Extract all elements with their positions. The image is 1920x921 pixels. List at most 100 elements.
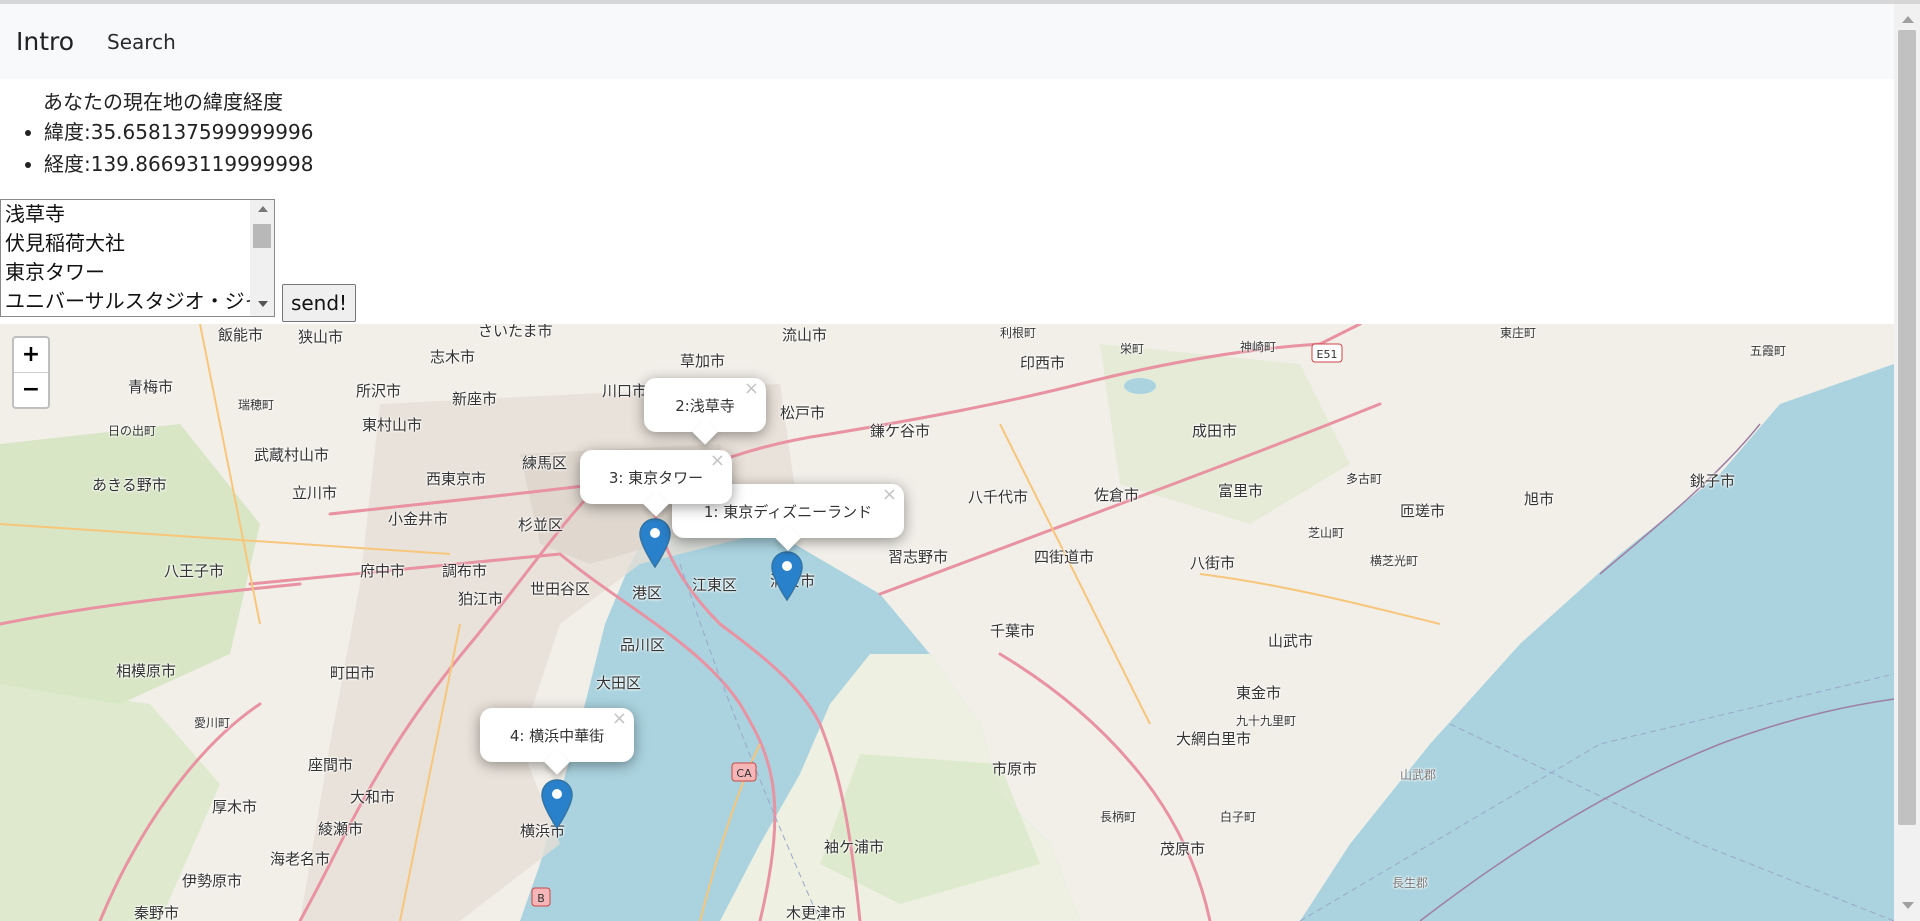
map-label: 武蔵村山市	[254, 446, 330, 464]
coordinates-list: 緯度:35.658137599999996 経度:139.86693119999…	[0, 116, 313, 180]
location-title: あなたの現在地の緯度経度	[43, 90, 283, 114]
map-label: 大田区	[596, 674, 642, 692]
zoom-control: + −	[12, 336, 50, 409]
map-label: 瑞穂町	[238, 398, 275, 412]
map-label: 市原市	[992, 760, 1038, 778]
map-label: あきる野市	[92, 476, 167, 494]
map-label: 茂原市	[1160, 840, 1206, 858]
map-label: 山武郡	[1400, 768, 1437, 782]
page-scrollbar-thumb[interactable]	[1898, 30, 1916, 825]
popup-text: 2:浅草寺	[675, 396, 735, 415]
map-label: 木更津市	[786, 904, 847, 921]
map-marker-icon[interactable]	[639, 518, 671, 568]
map-label: 芝山町	[1308, 526, 1345, 540]
map-label: 東庄町	[1500, 326, 1537, 340]
map-label: 多古町	[1346, 472, 1383, 486]
zoom-out-button[interactable]: −	[14, 373, 48, 407]
navbar: Intro Search	[0, 4, 1894, 79]
map-label: 町田市	[330, 664, 376, 682]
map-label: 習志野市	[888, 548, 949, 566]
map-label: 青梅市	[128, 378, 174, 396]
map-label: 印西市	[1020, 354, 1066, 372]
popup-text: 4: 横浜中華街	[509, 726, 605, 745]
scroll-up-arrow-icon[interactable]	[258, 206, 268, 212]
close-icon[interactable]: ×	[882, 486, 897, 504]
map-label: 袖ケ浦市	[824, 838, 885, 856]
map-tiles: E51 CA B	[0, 324, 1894, 921]
map-label: 神崎町	[1240, 340, 1277, 354]
map-label: 立川市	[292, 484, 338, 502]
map-label: 千葉市	[990, 622, 1036, 640]
map-label: 江東区	[692, 576, 738, 594]
navbar-brand[interactable]: Intro	[16, 27, 74, 56]
map-label: 山武市	[1268, 632, 1314, 650]
map-label: 鎌ケ谷市	[870, 422, 931, 440]
popup-text: 3: 東京タワー	[608, 468, 704, 487]
map-label: 愛川町	[194, 716, 231, 730]
select-scrollbar-thumb[interactable]	[253, 224, 271, 248]
map-label: 富里市	[1218, 482, 1264, 500]
select-option[interactable]: 東京タワー	[1, 258, 251, 287]
popup-text: 1: 東京ディズニーランド	[703, 502, 873, 521]
map-label: 志木市	[430, 348, 476, 366]
map-label: 調布市	[442, 562, 488, 580]
map-label: 四街道市	[1034, 548, 1095, 566]
map-label: 八王子市	[164, 562, 225, 580]
map-label: 伊勢原市	[182, 872, 243, 890]
popup-tokyo-tower: 3: 東京タワー ×	[580, 450, 732, 517]
map-label: 長生郡	[1392, 876, 1429, 890]
select-option[interactable]: 伏見稲荷大社	[1, 229, 251, 258]
page-scrollbar[interactable]	[1894, 4, 1920, 921]
svg-text:B: B	[537, 892, 545, 905]
map-label: 長柄町	[1100, 810, 1137, 824]
svg-text:E51: E51	[1317, 348, 1338, 361]
map-label: 杉並区	[518, 516, 564, 534]
map-label: 白子町	[1220, 810, 1257, 824]
map-label: 成田市	[1192, 422, 1238, 440]
nav-link-search[interactable]: Search	[107, 30, 176, 54]
map-label: 狛江市	[458, 590, 504, 608]
map-label: 相模原市	[116, 662, 177, 680]
select-option[interactable]: ユニバーサルスタジオ・ジャパン	[1, 287, 251, 316]
map-label: さいたま市	[478, 324, 553, 340]
map-label: 匝瑳市	[1400, 502, 1446, 520]
scroll-down-arrow-icon[interactable]	[258, 301, 268, 307]
map-label: 世田谷区	[530, 580, 591, 598]
map-label: 飯能市	[218, 326, 264, 344]
close-icon[interactable]: ×	[710, 452, 725, 470]
map-label: 横芝光町	[1370, 554, 1419, 568]
select-option[interactable]: 浅草寺	[1, 200, 251, 229]
map-marker-icon[interactable]	[771, 551, 803, 601]
map-marker-icon[interactable]	[541, 779, 573, 829]
map-label: 東金市	[1236, 684, 1282, 702]
place-select[interactable]: 浅草寺 伏見稲荷大社 東京タワー ユニバーサルスタジオ・ジャパン	[0, 199, 275, 317]
latitude-item: 緯度:35.658137599999996	[44, 116, 313, 148]
map-label: 新座市	[452, 390, 498, 408]
map-label: 秦野市	[134, 904, 180, 921]
map-label: 八街市	[1190, 554, 1236, 572]
map-label: 八千代市	[968, 488, 1029, 506]
close-icon[interactable]: ×	[744, 380, 759, 398]
map-label: 松戸市	[780, 404, 826, 422]
send-button[interactable]: send!	[282, 284, 356, 322]
map-label: 小金井市	[388, 510, 449, 528]
map-label: 流山市	[782, 326, 828, 344]
svg-text:CA: CA	[736, 767, 752, 780]
scroll-up-arrow-icon[interactable]	[1902, 16, 1914, 23]
map[interactable]: E51 CA B 飯能市 狭山市 さいたま市 流山市 草加市 志木市 川口市 松…	[0, 324, 1894, 921]
zoom-in-button[interactable]: +	[14, 338, 48, 373]
map-label: 練馬区	[522, 454, 568, 472]
map-label: 栄町	[1120, 342, 1145, 356]
map-label: 品川区	[620, 636, 666, 654]
close-icon[interactable]: ×	[612, 710, 627, 728]
map-label: 旭市	[1524, 490, 1555, 508]
map-label: 五霞町	[1750, 344, 1787, 358]
map-label: 港区	[632, 584, 663, 602]
scroll-down-arrow-icon[interactable]	[1902, 902, 1914, 909]
map-label: 綾瀬市	[318, 820, 364, 838]
map-label: 草加市	[680, 352, 726, 370]
map-label: 九十九里町	[1236, 714, 1297, 728]
map-label: 厚木市	[212, 798, 258, 816]
select-scrollbar[interactable]	[250, 200, 274, 316]
map-label: 狭山市	[298, 328, 344, 346]
